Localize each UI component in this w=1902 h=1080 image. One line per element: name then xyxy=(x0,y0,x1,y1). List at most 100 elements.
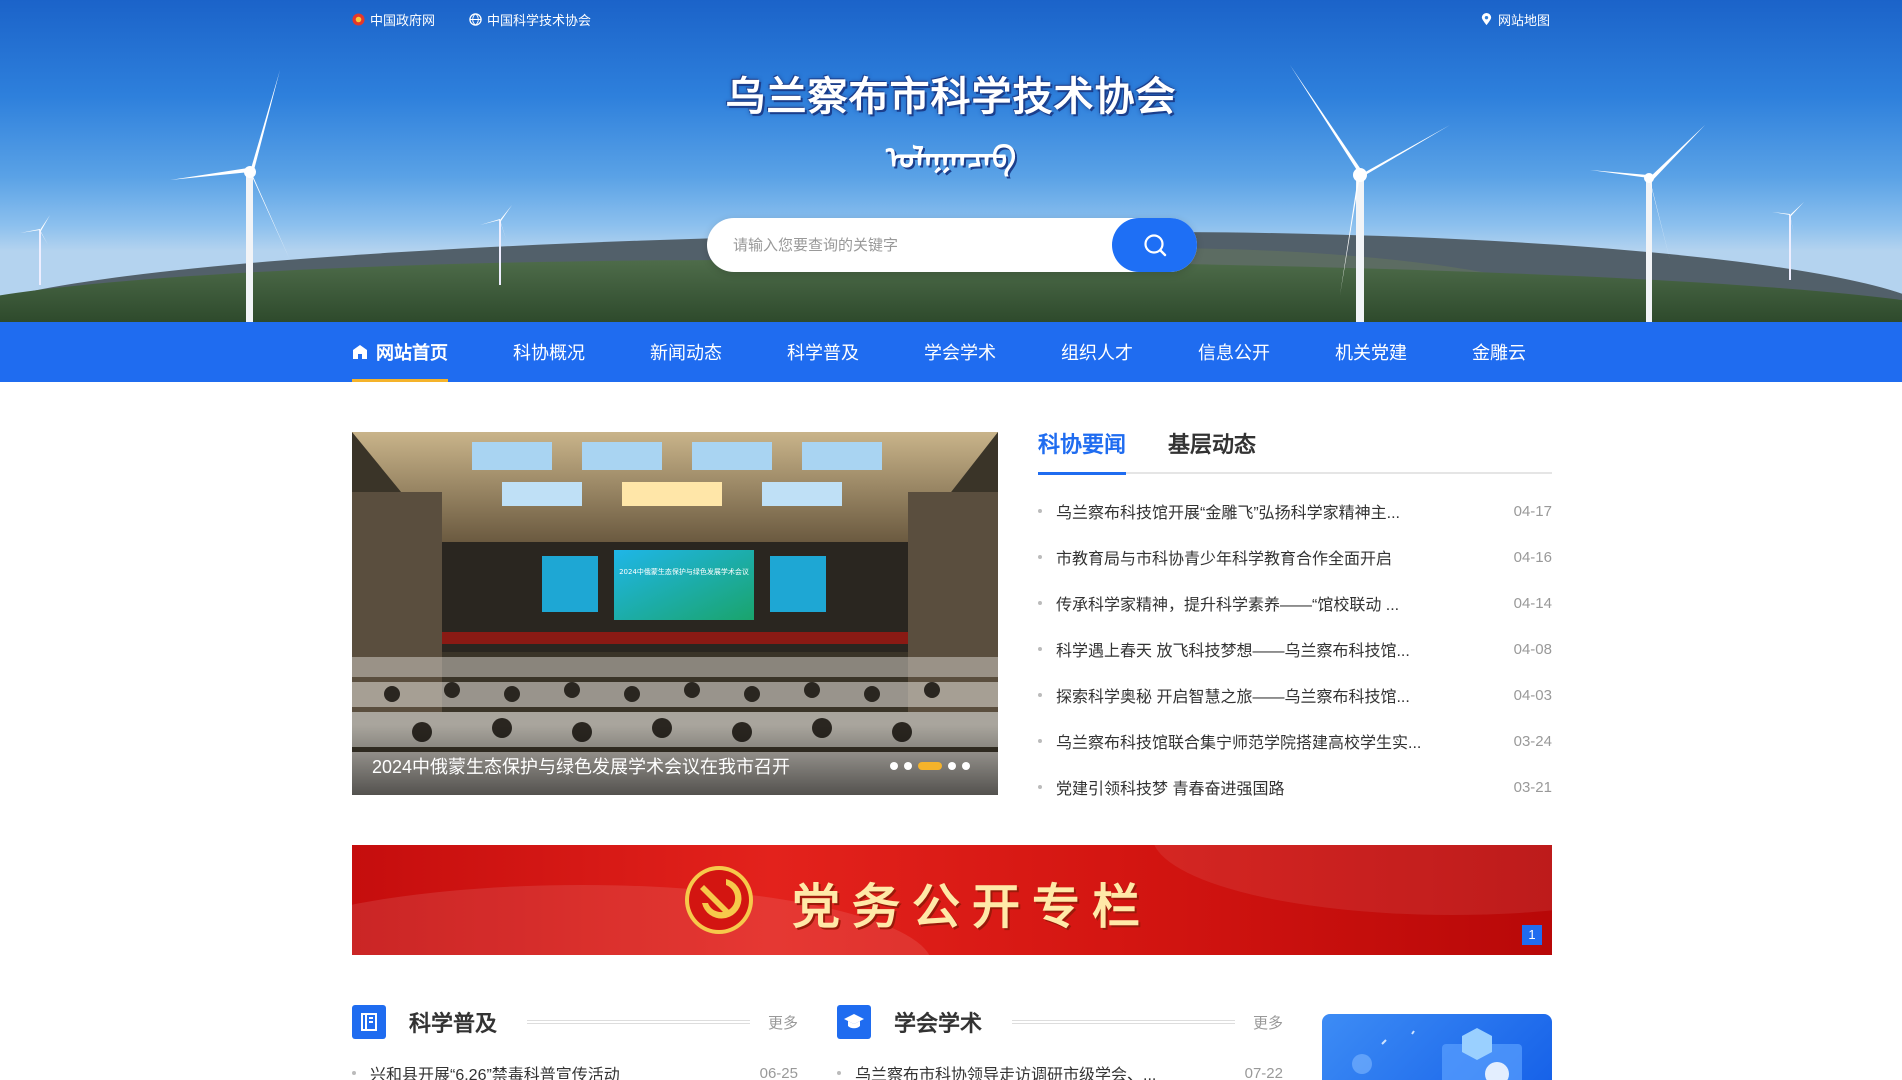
nav-item-home[interactable]: 网站首页 xyxy=(352,322,448,382)
nav-item-party-building[interactable]: 机关党建 xyxy=(1335,322,1407,382)
nav-item-label: 科协概况 xyxy=(513,343,585,363)
location-pin-icon xyxy=(1481,13,1492,26)
search-button[interactable] xyxy=(1112,218,1197,272)
item-title: 兴和县开展“6.26”禁毒科普宣传活动 xyxy=(370,1067,620,1080)
news-list: 乌兰察布科技馆开展“金雕飞”弘扬科学家精神主... 04-17 市教育局与市科协青… xyxy=(1038,488,1552,810)
wind-turbine-illustration xyxy=(1772,202,1804,280)
nav-item-label: 金雕云 xyxy=(1472,343,1526,363)
carousel-dot[interactable] xyxy=(948,762,956,770)
party-affairs-banner[interactable]: 党务公开专栏 1 xyxy=(352,845,1552,955)
item-title: 乌兰察布市科协领导走访调研市级学会、... xyxy=(855,1067,1157,1080)
top-links-bar: 中国政府网 中国科学技术协会 网站地图 xyxy=(352,10,1550,28)
section-title: 科学普及 xyxy=(409,1011,498,1036)
list-item[interactable]: 乌兰察布科技馆开展“金雕飞”弘扬科学家精神主... 04-17 xyxy=(1038,488,1552,534)
main-nav: 网站首页 科协概况 新闻动态 科学普及 学会学术 组织人才 信息公开 机关党建 … xyxy=(0,322,1902,382)
site-subtitle-mongolian: ᠤᠯᠠᠭᠠᠨᠴᠠᠪ xyxy=(886,141,1016,176)
nav-item-label: 新闻动态 xyxy=(650,343,722,363)
wind-turbine-illustration xyxy=(20,215,50,285)
nav-item-jindiao-cloud[interactable]: 金雕云 xyxy=(1472,322,1526,382)
book-icon xyxy=(361,1013,377,1031)
carousel-dot[interactable] xyxy=(904,762,912,770)
tab-association-news[interactable]: 科协要闻 xyxy=(1038,428,1127,475)
list-item[interactable]: 党建引领科技梦 青春奋进强国路 03-21 xyxy=(1038,764,1552,810)
nav-item-label: 网站首页 xyxy=(376,343,448,363)
item-date: 06-25 xyxy=(759,1064,798,1080)
news-date: 03-21 xyxy=(1513,778,1552,796)
bullet xyxy=(1038,785,1042,789)
cast-link[interactable]: 中国科学技术协会 xyxy=(469,10,591,29)
section-title: 学会学术 xyxy=(894,1011,983,1036)
news-date: 03-24 xyxy=(1513,732,1552,750)
search-input[interactable] xyxy=(733,218,1093,272)
bullet xyxy=(1038,693,1042,697)
nav-item-label: 学会学术 xyxy=(924,343,996,363)
news-title: 乌兰察布科技馆联合集宁师范学院搭建高校学生实... xyxy=(1056,735,1422,752)
bullet xyxy=(837,1071,841,1075)
nav-item-label: 信息公开 xyxy=(1198,343,1270,363)
site-title: 乌兰察布市科学技术协会 xyxy=(725,73,1177,120)
news-date: 04-17 xyxy=(1513,502,1552,520)
news-title: 科学遇上春天 放飞科技梦想——乌兰察布科技馆... xyxy=(1056,643,1410,660)
search-box xyxy=(707,218,1197,272)
home-icon xyxy=(353,345,367,359)
news-tabs: 科协要闻 基层动态 xyxy=(1038,428,1552,475)
screen-text: 2024中俄蒙生态保护与绿色发展学术会议 xyxy=(619,567,749,576)
nav-item-overview[interactable]: 科协概况 xyxy=(513,322,585,382)
carousel-caption[interactable]: 2024中俄蒙生态保护与绿色发展学术会议在我市召开 xyxy=(372,753,790,779)
side-promo-card[interactable] xyxy=(1322,1014,1552,1080)
tab-grassroots-news[interactable]: 基层动态 xyxy=(1168,428,1256,472)
sitemap-link[interactable]: 网站地图 xyxy=(1480,10,1550,29)
list-item[interactable]: 科学遇上春天 放飞科技梦想——乌兰察布科技馆... 04-08 xyxy=(1038,626,1552,672)
list-item[interactable]: 乌兰察布市科协领导走访调研市级学会、... 07-22 xyxy=(837,1058,1283,1080)
banner-decoration xyxy=(1152,845,1552,915)
wind-turbine-illustration xyxy=(480,205,512,285)
news-title: 乌兰察布科技馆开展“金雕飞”弘扬科学家精神主... xyxy=(1056,505,1400,522)
party-emblem-icon xyxy=(685,866,753,934)
section-header: 科学普及 更多 xyxy=(352,1004,798,1040)
list-item[interactable]: 兴和县开展“6.26”禁毒科普宣传活动 06-25 xyxy=(352,1058,798,1080)
nav-item-label: 科学普及 xyxy=(787,343,859,363)
news-title: 党建引领科技梦 青春奋进强国路 xyxy=(1056,781,1285,798)
section-academic: 学会学术 更多 乌兰察布市科协领导走访调研市级学会、... 07-22 xyxy=(837,1004,1283,1080)
news-title: 传承科学家精神，提升科学素养——“馆校联动 ... xyxy=(1056,597,1400,614)
news-date: 04-16 xyxy=(1513,548,1552,566)
news-title: 市教育局与市科协青少年科学教育合作全面开启 xyxy=(1056,551,1393,568)
nav-item-academic[interactable]: 学会学术 xyxy=(924,322,996,382)
search-icon xyxy=(1143,234,1166,257)
news-date: 04-08 xyxy=(1513,640,1552,658)
nav-item-news[interactable]: 新闻动态 xyxy=(650,322,722,382)
news-title: 探索科学奥秘 开启智慧之旅——乌兰察布科技馆... xyxy=(1056,689,1410,706)
nav-item-science-popularization[interactable]: 科学普及 xyxy=(787,322,859,382)
carousel-dot[interactable] xyxy=(890,762,898,770)
list-item[interactable]: 传承科学家精神，提升科学素养——“馆校联动 ... 04-14 xyxy=(1038,580,1552,626)
list-item[interactable]: 探索科学奥秘 开启智慧之旅——乌兰察布科技馆... 04-03 xyxy=(1038,672,1552,718)
graduation-cap-icon xyxy=(844,1014,864,1029)
nav-item-label: 机关党建 xyxy=(1335,343,1407,363)
more-link[interactable]: 更多 xyxy=(1253,1012,1283,1033)
list-item[interactable]: 市教育局与市科协青少年科学教育合作全面开启 04-16 xyxy=(1038,534,1552,580)
list-item[interactable]: 乌兰察布科技馆联合集宁师范学院搭建高校学生实... 03-24 xyxy=(1038,718,1552,764)
bullet xyxy=(1038,739,1042,743)
banner-page-indicator[interactable]: 1 xyxy=(1522,925,1542,945)
nav-item-talent[interactable]: 组织人才 xyxy=(1061,322,1133,382)
globe-icon xyxy=(469,13,482,26)
bullet xyxy=(1038,509,1042,513)
section-icon-box xyxy=(352,1005,386,1039)
section-list: 兴和县开展“6.26”禁毒科普宣传活动 06-25 xyxy=(352,1058,798,1080)
header-hero: 中国政府网 中国科学技术协会 网站地图 乌兰察布市科学技术协会 ᠤᠯᠠᠭᠠᠨᠴᠠ… xyxy=(0,0,1902,322)
gov-link[interactable]: 中国政府网 xyxy=(352,10,435,29)
section-divider xyxy=(527,1020,750,1024)
bullet xyxy=(1038,555,1042,559)
section-header: 学会学术 更多 xyxy=(837,1004,1283,1040)
news-date: 04-03 xyxy=(1513,686,1552,704)
more-link[interactable]: 更多 xyxy=(768,1012,798,1033)
nav-item-disclosure[interactable]: 信息公开 xyxy=(1198,322,1270,382)
carousel-pagination xyxy=(890,762,970,770)
gov-emblem-icon xyxy=(352,13,365,26)
news-panel: 科协要闻 基层动态 乌兰察布科技馆开展“金雕飞”弘扬科学家精神主... 04-17… xyxy=(1038,428,1552,810)
section-list: 乌兰察布市科协领导走访调研市级学会、... 07-22 xyxy=(837,1058,1283,1080)
tech-illustration xyxy=(1352,1028,1522,1080)
carousel-dot[interactable] xyxy=(962,762,970,770)
carousel-dot-active[interactable] xyxy=(918,762,942,770)
news-carousel[interactable]: 2024中俄蒙生态保护与绿色发展学术会议 2024中俄蒙生态保护与绿色发展学术会… xyxy=(352,432,998,795)
